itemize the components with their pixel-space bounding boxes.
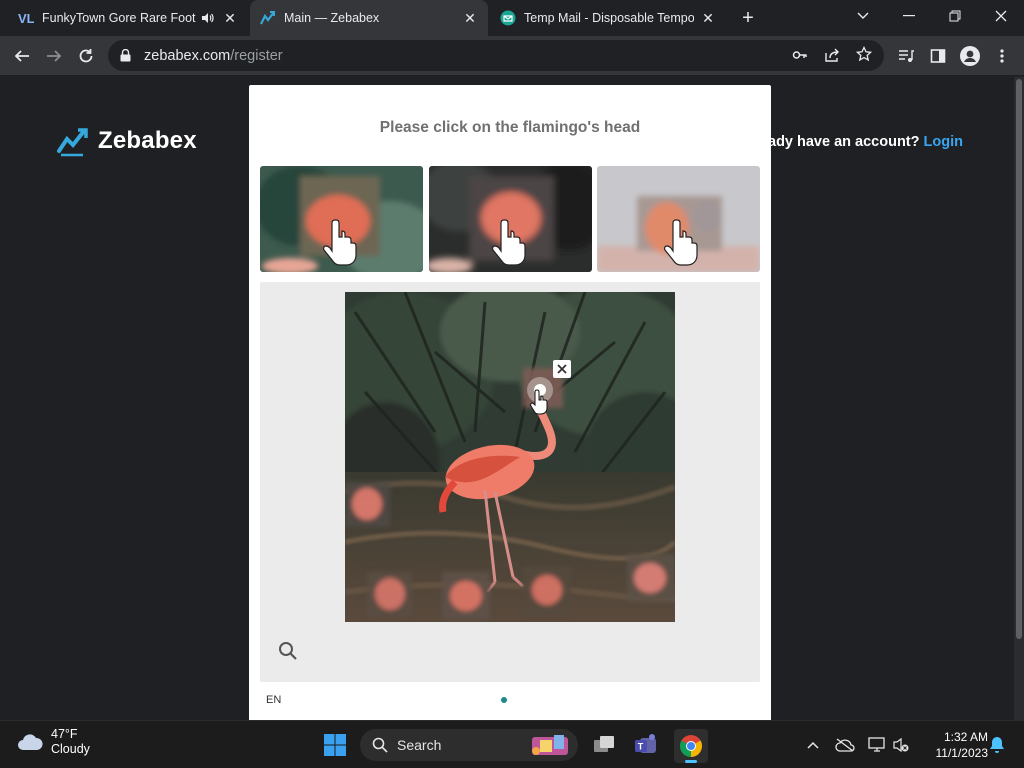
chrome-taskbar-icon[interactable] — [674, 729, 708, 763]
share-icon[interactable] — [824, 47, 840, 67]
svg-text:VL: VL — [18, 11, 34, 26]
progress-dot — [501, 697, 507, 703]
search-icon — [372, 737, 388, 753]
address-bar[interactable]: zebabex.com/register — [108, 40, 884, 71]
tab-title: FunkyTown Gore Rare Footage — [42, 11, 196, 25]
zebabex-logo[interactable]: Zebabex — [56, 125, 197, 157]
forward-arrow-icon[interactable] — [40, 42, 68, 70]
tab-title: Temp Mail - Disposable Temporary Email — [524, 11, 694, 25]
tab-close-icon[interactable]: ✕ — [700, 10, 716, 26]
captcha-image-panel — [260, 282, 760, 682]
minimize-icon[interactable] — [886, 0, 932, 32]
clock-date: 11/1/2023 — [935, 746, 989, 760]
tab-strip: VL FunkyTown Gore Rare Footage ✕ Main — … — [0, 0, 1024, 36]
display-icon[interactable] — [866, 734, 888, 756]
web-page: Zebabex ady have an account? Login Pleas… — [0, 77, 1024, 720]
tab-zebabex[interactable]: Main — Zebabex ✕ — [250, 0, 488, 36]
weather-widget[interactable]: 47°F Cloudy — [16, 727, 90, 757]
tab-search-chevron-icon[interactable] — [840, 0, 886, 32]
login-link[interactable]: Login — [924, 134, 963, 150]
selection-marker — [527, 377, 553, 403]
url-path: /register — [230, 47, 283, 64]
temp-mail-icon — [500, 10, 516, 26]
login-prompt: ady have an account? Login — [768, 134, 963, 150]
svg-text:T: T — [638, 742, 644, 752]
media-controls-icon[interactable] — [892, 42, 920, 70]
clock-time: 1:32 AM — [943, 730, 988, 744]
captcha-challenge: Please click on the flamingo's head EN — [249, 85, 771, 720]
tab-close-icon[interactable]: ✕ — [462, 10, 478, 26]
taskbar-search[interactable]: Search — [360, 729, 578, 761]
reload-icon[interactable] — [72, 42, 100, 70]
account-prompt-text: ady have an account? — [768, 134, 920, 150]
windows-taskbar: 47°F Cloudy Search T 1:32 AM 11/1/2023 — [0, 720, 1024, 768]
chevron-up-icon[interactable] — [802, 734, 824, 756]
zebabex-logo-icon — [57, 128, 88, 157]
volume-muted-icon[interactable] — [890, 734, 912, 756]
search-highlight-icon — [532, 735, 568, 755]
bookmark-star-icon[interactable] — [855, 45, 873, 66]
teams-icon[interactable]: T — [633, 732, 659, 758]
back-arrow-icon[interactable] — [8, 42, 36, 70]
lock-icon[interactable] — [120, 49, 138, 62]
cloud-icon — [18, 734, 43, 750]
remove-marker-close-icon — [553, 360, 571, 378]
task-view-icon[interactable] — [591, 732, 617, 758]
zoom-search-icon[interactable] — [276, 639, 300, 663]
tab-close-icon[interactable]: ✕ — [222, 10, 238, 26]
captcha-prompt: Please click on the flamingo's head — [379, 119, 641, 136]
side-panel-icon[interactable] — [924, 42, 952, 70]
language-selector[interactable]: EN — [266, 694, 281, 706]
weather-condition: Cloudy — [51, 742, 90, 756]
brand-name: Zebabex — [98, 127, 197, 154]
captcha-example-image — [429, 166, 592, 272]
search-placeholder: Search — [397, 737, 442, 753]
speaker-icon[interactable] — [200, 10, 216, 26]
page-scrollbar-thumb[interactable] — [1016, 79, 1022, 639]
browser-toolbar: zebabex.com/register — [0, 36, 1024, 76]
key-icon[interactable] — [792, 47, 808, 67]
chrome-menu-icon[interactable] — [988, 42, 1016, 70]
onedrive-icon[interactable] — [834, 734, 856, 756]
windows-start-icon[interactable] — [322, 732, 348, 758]
url-host: zebabex.com — [144, 47, 231, 64]
captcha-example-image — [597, 166, 760, 272]
zebabex-icon — [260, 10, 276, 26]
restore-icon[interactable] — [932, 0, 978, 32]
new-tab-icon[interactable]: + — [736, 6, 760, 30]
tab-funkytown[interactable]: VL FunkyTown Gore Rare Footage ✕ — [8, 0, 248, 36]
vl-logo-icon: VL — [18, 10, 34, 26]
system-clock[interactable]: 1:32 AM 11/1/2023 — [918, 729, 989, 761]
active-app-indicator — [685, 760, 697, 763]
tab-temp-mail[interactable]: Temp Mail - Disposable Temporary Email ✕ — [490, 0, 726, 36]
tab-title: Main — Zebabex — [284, 11, 380, 25]
notification-bell-icon[interactable] — [986, 734, 1008, 756]
weather-temp: 47°F — [51, 727, 78, 741]
captcha-example-image — [260, 166, 423, 272]
close-window-icon[interactable] — [978, 0, 1024, 32]
profile-avatar-icon[interactable] — [956, 42, 984, 70]
captcha-challenge-image[interactable] — [345, 292, 675, 622]
